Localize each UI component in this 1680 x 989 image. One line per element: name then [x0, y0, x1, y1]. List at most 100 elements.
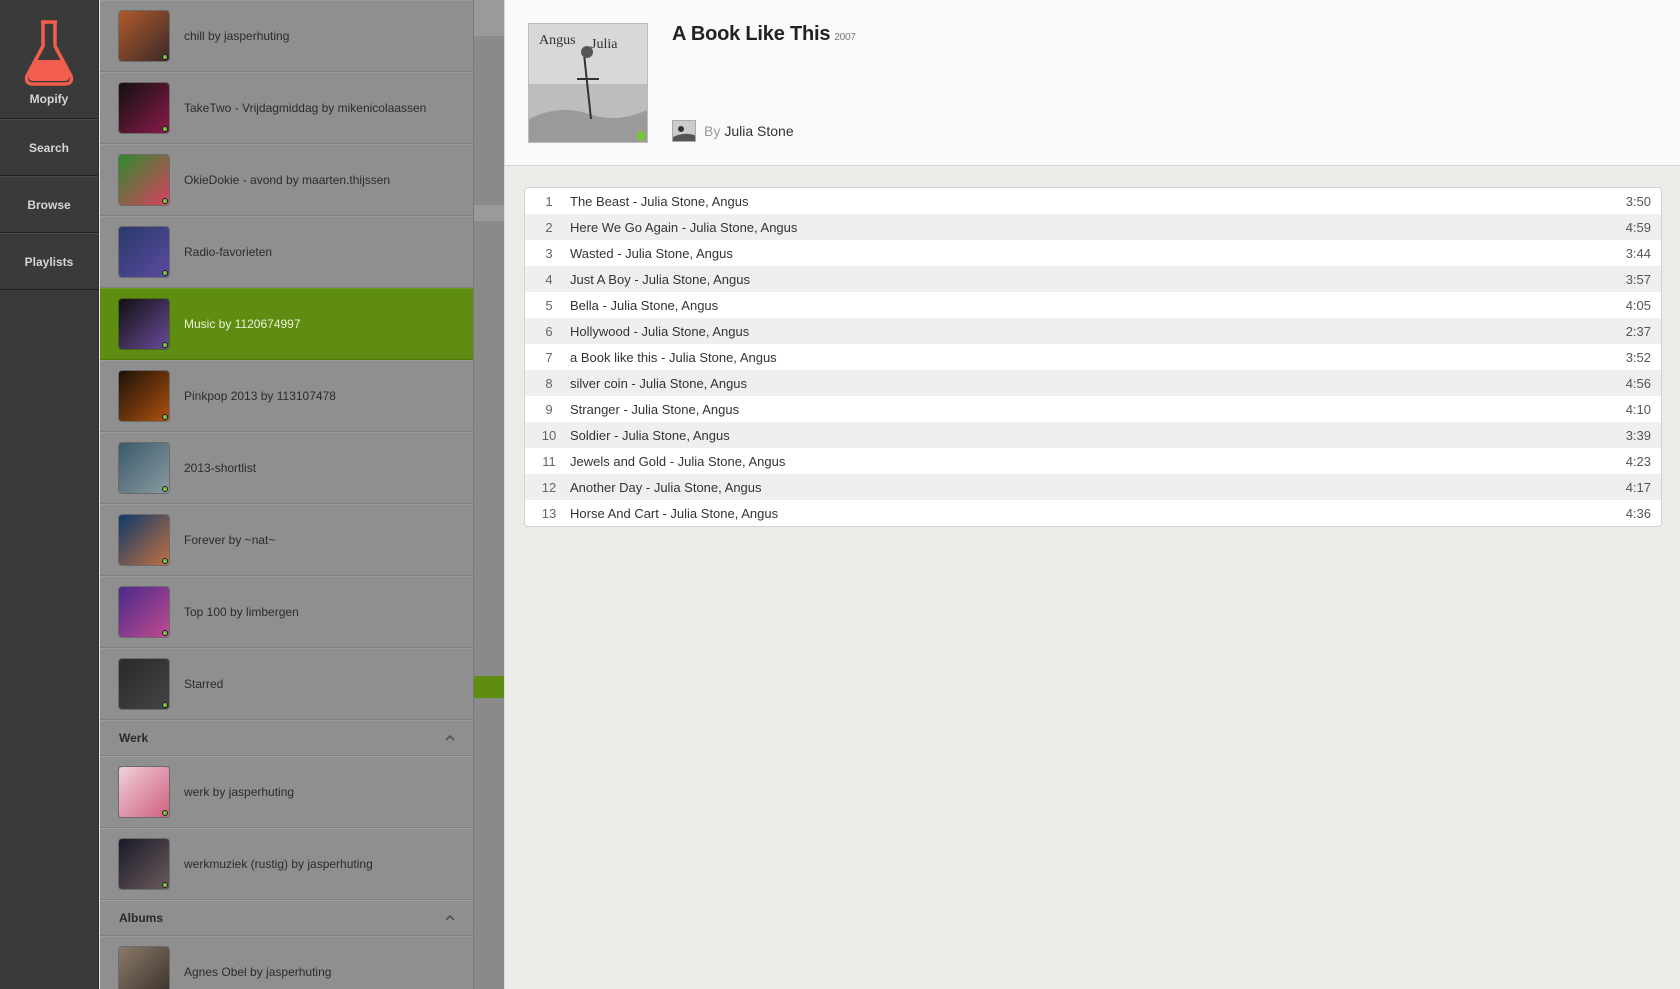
- album-title-text: A Book Like This: [672, 23, 831, 45]
- playlist-cover: [119, 515, 169, 565]
- track-duration: 4:05: [1625, 297, 1651, 313]
- nav-playlists[interactable]: Playlists: [0, 233, 98, 290]
- by-label: By: [704, 123, 721, 139]
- playlist-cover: [119, 767, 169, 817]
- track-row[interactable]: 8 silver coin - Julia Stone, Angus 4:56: [525, 370, 1661, 396]
- album-header: Angus Julia A Book Like This 2007 By Juli…: [505, 0, 1680, 166]
- track-number: 5: [545, 297, 553, 313]
- track-duration: 4:59: [1625, 219, 1651, 235]
- panel-scrollbar[interactable]: [474, 0, 504, 989]
- spotify-badge-icon: [162, 414, 168, 420]
- playlist-name: Top 100 by limbergen: [184, 605, 299, 619]
- flask-icon: [24, 20, 74, 86]
- track-duration: 3:52: [1625, 349, 1651, 365]
- track-row[interactable]: 12 Another Day - Julia Stone, Angus 4:17: [525, 474, 1661, 500]
- playlist-name: Music by 1120674997: [184, 317, 301, 331]
- track-title: Just A Boy - Julia Stone, Angus: [570, 271, 750, 287]
- logo[interactable]: Mopify: [0, 0, 98, 119]
- track-duration: 4:17: [1625, 479, 1651, 495]
- track-row[interactable]: 6 Hollywood - Julia Stone, Angus 2:37: [525, 318, 1661, 344]
- track-row[interactable]: 4 Just A Boy - Julia Stone, Angus 3:57: [525, 266, 1661, 292]
- track-number: 2: [545, 219, 553, 235]
- playlist-item[interactable]: Pinkpop 2013 by 113107478: [100, 360, 473, 432]
- playlist-cover: [119, 371, 169, 421]
- spotify-badge-icon: [162, 810, 168, 816]
- playlist-cover: [119, 11, 169, 61]
- playlist-item[interactable]: 2013-shortlist: [100, 432, 473, 504]
- playlist-name: Pinkpop 2013 by 113107478: [184, 389, 336, 403]
- playlist-cover: [119, 659, 169, 709]
- album-cover: Angus Julia: [528, 23, 648, 143]
- track-title: Bella - Julia Stone, Angus: [570, 297, 719, 313]
- track-number: 11: [542, 453, 556, 469]
- playlist-name: Starred: [184, 677, 224, 691]
- track-row[interactable]: 11 Jewels and Gold - Julia Stone, Angus 4:…: [525, 448, 1661, 474]
- playlist-item[interactable]: werkmuziek (rustig) by jasperhuting: [100, 828, 473, 900]
- logo-label: Mopify: [29, 92, 69, 106]
- playlist-item[interactable]: TakeTwo - Vrijdagmiddag by mikenicolaass…: [100, 72, 473, 144]
- artist-line: By Julia Stone: [672, 120, 794, 142]
- playlist-item[interactable]: Music by 1120674997: [100, 288, 473, 360]
- track-row[interactable]: 9 Stranger - Julia Stone, Angus 4:10: [525, 396, 1661, 422]
- track-title: Stranger - Julia Stone, Angus: [570, 401, 740, 417]
- playlist-item[interactable]: werk by jasperhuting: [100, 756, 473, 828]
- track-number: 13: [541, 505, 557, 521]
- track-number: 8: [545, 375, 553, 391]
- playlist-cover: [119, 155, 169, 205]
- track-number: 12: [541, 479, 557, 495]
- track-duration: 4:36: [1625, 505, 1651, 521]
- track-number: 7: [545, 349, 553, 365]
- playlist-item[interactable]: Forever by ~nat~: [100, 504, 473, 576]
- nav-browse[interactable]: Browse: [0, 176, 98, 233]
- track-duration: 2:37: [1625, 323, 1651, 339]
- track-row[interactable]: 10 Soldier - Julia Stone, Angus 3:39: [525, 422, 1661, 448]
- album-view: Angus Julia A Book Like This 2007 By Juli…: [504, 0, 1680, 989]
- playlist-name: OkieDokie - avond by maarten.thijssen: [184, 173, 391, 187]
- track-row[interactable]: 3 Wasted - Julia Stone, Angus 3:44: [525, 240, 1661, 266]
- track-title: Another Day - Julia Stone, Angus: [570, 479, 762, 495]
- playlist-section-header[interactable]: Albums: [100, 900, 473, 936]
- playlist-item[interactable]: chill by jasperhuting: [100, 0, 473, 72]
- playlist-item[interactable]: Radio-favorieten: [100, 216, 473, 288]
- track-number: 1: [545, 193, 553, 209]
- chevron-up-icon[interactable]: [445, 735, 455, 741]
- playlist-panel: chill by jasperhuting TakeTwo - Vrijdagmi…: [100, 0, 474, 989]
- track-duration: 3:44: [1625, 245, 1651, 261]
- spotify-badge-icon: [162, 558, 168, 564]
- playlist-item[interactable]: OkieDokie - avond by maarten.thijssen: [100, 144, 473, 216]
- chevron-up-icon[interactable]: [445, 915, 455, 921]
- track-title: silver coin - Julia Stone, Angus: [570, 375, 748, 391]
- track-title: Wasted - Julia Stone, Angus: [570, 245, 733, 261]
- spotify-badge-icon: [162, 882, 168, 888]
- track-duration: 4:10: [1625, 401, 1651, 417]
- track-row[interactable]: 5 Bella - Julia Stone, Angus 4:05: [525, 292, 1661, 318]
- track-row[interactable]: 13 Horse And Cart - Julia Stone, Angus 4:3…: [525, 500, 1661, 526]
- track-duration: 3:50: [1625, 193, 1651, 209]
- playlist-cover: [119, 587, 169, 637]
- track-row[interactable]: 7 a Book like this - Julia Stone, Angus 3:…: [525, 344, 1661, 370]
- track-title: Horse And Cart - Julia Stone, Angus: [570, 505, 779, 521]
- playlist-name: chill by jasperhuting: [184, 29, 290, 43]
- playlist-section-header[interactable]: Werk: [100, 720, 473, 756]
- nav-search[interactable]: Search: [0, 119, 98, 176]
- track-title: a Book like this - Julia Stone, Angus: [570, 349, 777, 365]
- playlist-item[interactable]: Top 100 by limbergen: [100, 576, 473, 648]
- track-row[interactable]: 1 The Beast - Julia Stone, Angus 3:50: [525, 188, 1661, 214]
- track-duration: 4:23: [1625, 453, 1651, 469]
- track-title: Here We Go Again - Julia Stone, Angus: [570, 219, 798, 235]
- svg-text:Julia: Julia: [591, 37, 618, 52]
- spotify-badge-icon: [162, 54, 168, 60]
- track-duration: 4:56: [1625, 375, 1651, 391]
- playlist-cover: [119, 839, 169, 889]
- track-number: 6: [545, 323, 553, 339]
- track-row[interactable]: 2 Here We Go Again - Julia Stone, Angus 4:…: [525, 214, 1661, 240]
- spotify-badge-icon: [162, 486, 168, 492]
- artist-link[interactable]: Julia Stone: [724, 123, 793, 139]
- svg-text:Angus: Angus: [539, 33, 576, 48]
- track-list: 1 The Beast - Julia Stone, Angus 3:50 2 Here…: [524, 187, 1662, 527]
- spotify-badge-icon: [162, 630, 168, 636]
- playlist-item[interactable]: Starred: [100, 648, 473, 720]
- playlist-cover: [119, 83, 169, 133]
- section-title: Werk: [119, 731, 149, 745]
- playlist-item[interactable]: Agnes Obel by jasperhuting: [100, 936, 473, 989]
